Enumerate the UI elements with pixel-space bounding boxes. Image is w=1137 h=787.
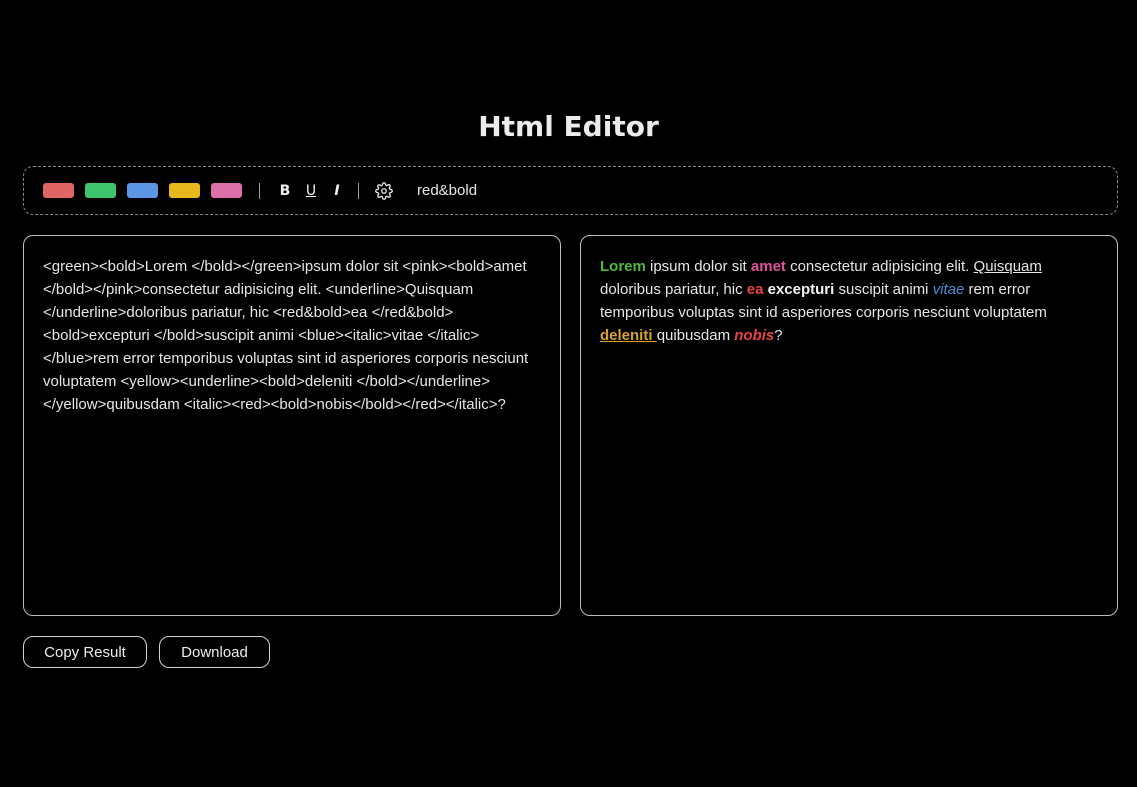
preview-segment: consectetur adipisicing elit.	[785, 258, 974, 275]
color-swatch-group	[43, 183, 253, 198]
bold-button[interactable]: B	[272, 180, 298, 202]
preview-segment: ipsum dolor sit	[645, 258, 751, 275]
preview-segment: suscipit animi	[834, 281, 933, 298]
copy-result-button[interactable]: Copy Result	[23, 636, 147, 668]
preview-segment: ?	[774, 327, 783, 344]
formatting-toolbar: B U I red&bold	[23, 166, 1118, 215]
custom-tag-label[interactable]: red&bold	[417, 182, 477, 199]
gear-icon[interactable]	[371, 180, 397, 202]
preview-segment: deleniti	[600, 327, 657, 344]
color-swatch-blue[interactable]	[127, 183, 158, 198]
color-swatch-yellow[interactable]	[169, 183, 200, 198]
preview-segment: nobis	[734, 327, 775, 344]
source-editor[interactable]: <green><bold>Lorem </bold></green>ipsum …	[23, 235, 561, 616]
preview-panel: Lorem ipsum dolor sit amet consectetur a…	[580, 235, 1118, 616]
color-swatch-green[interactable]	[85, 183, 116, 198]
italic-button[interactable]: I	[324, 180, 350, 202]
preview-segment: ea	[746, 281, 764, 298]
preview-segment: doloribus pariatur, hic	[600, 281, 747, 298]
page-title: Html Editor	[478, 110, 659, 143]
color-swatch-pink[interactable]	[211, 183, 242, 198]
preview-segment: Lorem	[600, 258, 646, 275]
color-swatch-red[interactable]	[43, 183, 74, 198]
preview-text: Lorem ipsum dolor sit amet consectetur a…	[600, 255, 1098, 347]
underline-button[interactable]: U	[298, 180, 324, 202]
source-editor-text[interactable]: <green><bold>Lorem </bold></green>ipsum …	[43, 255, 541, 416]
preview-segment: Quisquam	[973, 258, 1042, 275]
preview-segment: amet	[750, 258, 786, 275]
toolbar-divider	[259, 182, 260, 199]
toolbar-divider	[358, 182, 359, 199]
preview-segment: quibusdam	[656, 327, 735, 344]
download-button[interactable]: Download	[159, 636, 270, 668]
preview-segment: excepturi	[767, 281, 835, 298]
html-editor-page: Html Editor B U I red&bold <green><bold>…	[0, 0, 1137, 787]
preview-segment: vitae	[932, 281, 965, 298]
